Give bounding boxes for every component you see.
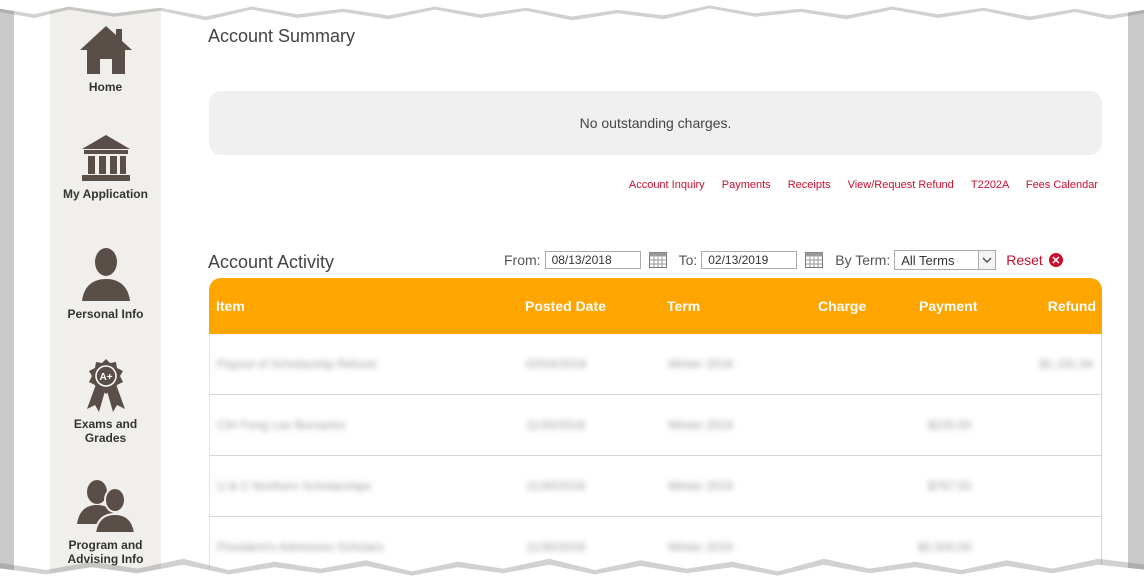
svg-text:A+: A+: [99, 372, 112, 383]
column-header-item[interactable]: Item: [216, 298, 245, 314]
link-fees-calendar[interactable]: Fees Calendar: [1026, 179, 1098, 191]
sidebar-item-home[interactable]: Home: [50, 24, 161, 94]
account-activity-title: Account Activity: [208, 252, 335, 272]
cell-term: Winter 2019: [668, 357, 733, 371]
close-icon[interactable]: ✕: [1048, 253, 1063, 267]
column-header-posted-date[interactable]: Posted Date: [525, 298, 606, 314]
sidebar-item-exams-and-grades[interactable]: A+ Exams and Grades: [50, 357, 161, 445]
cell-posted-date: 11/30/2018: [526, 418, 586, 432]
award-icon: A+: [86, 359, 125, 412]
chevron-down-icon: [978, 251, 996, 269]
activity-table: Item Posted Date Term Charge Payment Ref…: [209, 278, 1102, 578]
sidebar-item-personal-info[interactable]: Personal Info: [50, 247, 161, 321]
cell-term: Winter 2019: [668, 479, 733, 493]
page-margin-right: [1114, 0, 1128, 584]
cell-item: U & C Northern Scholarships: [217, 479, 372, 493]
cell-term: Winter 2019: [668, 540, 733, 554]
building-icon: [81, 135, 130, 181]
table-header: Item Posted Date Term Charge Payment Ref…: [209, 278, 1102, 334]
sidebar-item-label: My Application: [63, 187, 148, 201]
sidebar-item-label: Home: [88, 80, 123, 94]
page-edge-right: [1128, 0, 1144, 584]
sidebar: Home My Application Personal Info A+ Exa…: [50, 0, 161, 584]
home-icon: [79, 26, 132, 74]
table-row: U & C Northern Scholarships 11/30/2018 W…: [209, 456, 1102, 517]
activity-filters: From: To: By Term: All Terms Reset ✕: [504, 249, 1063, 271]
sidebar-item-label: Exams and Grades: [73, 417, 138, 445]
sidebar-item-program-and-advising[interactable]: Program and Advising Info: [50, 478, 161, 566]
person-icon: [81, 248, 130, 301]
page-margin-left: [14, 0, 50, 584]
table-row: Payout of Scholarship Refund 02/04/2019 …: [209, 334, 1102, 395]
column-header-payment[interactable]: Payment: [919, 298, 977, 314]
account-summary-title: Account Summary: [208, 26, 356, 46]
cell-item: President's Admission Scholars: [217, 540, 385, 554]
calendar-icon[interactable]: [805, 252, 824, 268]
column-header-refund[interactable]: Refund: [1048, 298, 1096, 314]
link-view-request-refund[interactable]: View/Request Refund: [848, 179, 954, 191]
cell-item: Payout of Scholarship Refund: [217, 357, 376, 371]
from-label: From:: [504, 252, 541, 268]
column-header-term[interactable]: Term: [667, 298, 700, 314]
term-select[interactable]: All Terms: [894, 250, 997, 270]
cell-payment: $225.00: [928, 418, 972, 432]
cell-payment: $2,500.00: [918, 540, 972, 554]
cell-posted-date: 11/30/2018: [526, 479, 586, 493]
people-icon: [76, 480, 135, 534]
sidebar-item-label: Program and Advising Info: [67, 538, 144, 566]
link-payments[interactable]: Payments: [722, 179, 771, 191]
sidebar-gutter: [161, 0, 186, 584]
link-account-inquiry[interactable]: Account Inquiry: [629, 179, 705, 191]
term-label: By Term:: [835, 252, 891, 268]
page-edge-left: [0, 0, 14, 584]
cell-payment: $787.50: [928, 479, 972, 493]
link-t2202a[interactable]: T2202A: [971, 179, 1009, 191]
from-date-input[interactable]: [544, 251, 641, 269]
cell-posted-date: 02/04/2019: [526, 357, 587, 371]
column-header-charge[interactable]: Charge: [818, 298, 866, 314]
link-receipts[interactable]: Receipts: [788, 179, 831, 191]
sidebar-item-my-application[interactable]: My Application: [50, 133, 161, 201]
reset-button[interactable]: Reset: [1006, 252, 1043, 268]
cell-posted-date: 11/30/2018: [526, 540, 586, 554]
notice-text: No outstanding charges.: [579, 115, 732, 131]
cell-term: Winter 2019: [668, 418, 733, 432]
cell-refund: $1,191.94: [1039, 357, 1093, 371]
sidebar-item-label: Personal Info: [67, 307, 144, 321]
to-date-input[interactable]: [701, 251, 798, 269]
cell-item: CIH Feng Lee Bursaries: [217, 418, 346, 432]
to-label: To:: [678, 252, 698, 268]
main-content: Account Summary No outstanding charges. …: [186, 0, 1114, 584]
table-row: CIH Feng Lee Bursaries 11/30/2018 Winter…: [209, 395, 1102, 456]
outstanding-charges-notice: No outstanding charges.: [209, 91, 1102, 155]
account-links: Account Inquiry Payments Receipts View/R…: [615, 179, 1098, 191]
term-select-value: All Terms: [901, 252, 955, 268]
calendar-icon[interactable]: [648, 252, 667, 268]
